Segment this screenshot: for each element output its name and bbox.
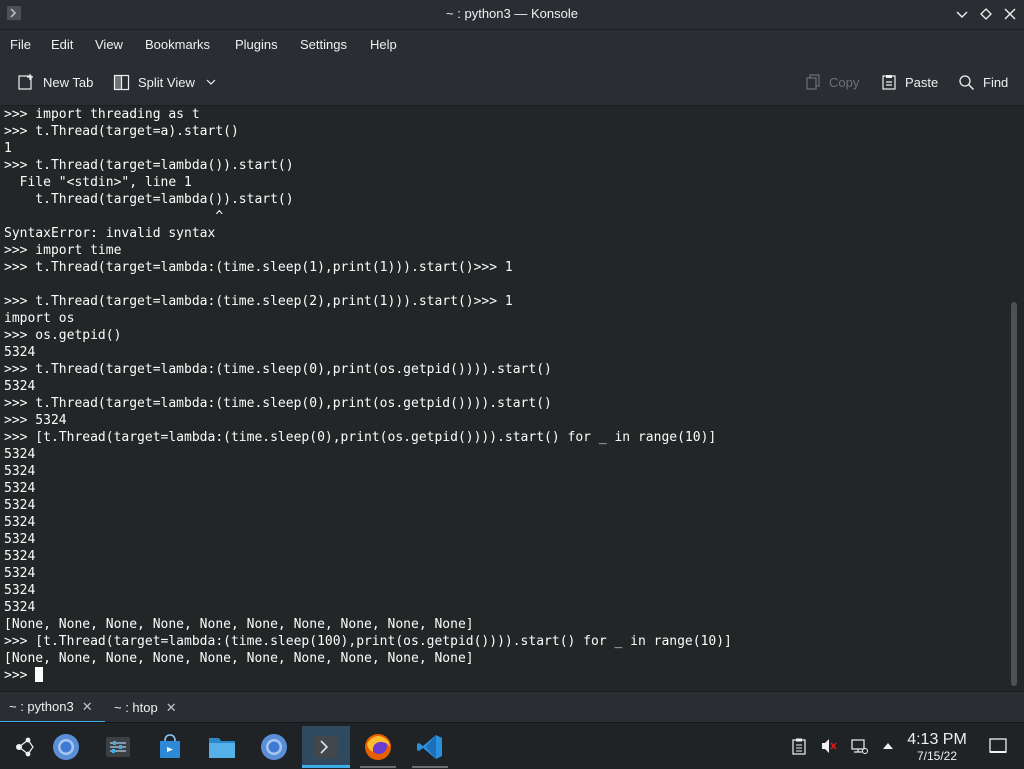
- toolbar: New Tab Split View Copy Paste Find: [0, 59, 1024, 106]
- network-icon[interactable]: [850, 737, 868, 755]
- terminal-cursor: [35, 667, 44, 682]
- menu-view[interactable]: View: [95, 37, 123, 52]
- konsole-icon[interactable]: [302, 726, 350, 768]
- launcher-icon[interactable]: [0, 726, 48, 768]
- find-label: Find: [983, 74, 1009, 90]
- taskbar: 4:13 PM 7/15/22: [0, 722, 1024, 769]
- tray-expand-icon[interactable]: [879, 737, 897, 755]
- terminal-line: ^: [4, 209, 224, 224]
- menu-settings[interactable]: Settings: [300, 37, 347, 52]
- menu-bar: File Edit View Bookmarks Plugins Setting…: [0, 30, 1024, 59]
- menu-edit[interactable]: Edit: [51, 37, 73, 52]
- maximize-button[interactable]: [977, 5, 995, 23]
- terminal-prompt: >>>: [4, 668, 36, 683]
- tab-htop[interactable]: ~ : htop ✕: [114, 692, 177, 723]
- terminal-line: SyntaxError: invalid syntax: [4, 226, 216, 241]
- find-button[interactable]: Find: [958, 72, 1008, 92]
- terminal-line: 1: [4, 141, 12, 156]
- copy-button[interactable]: Copy: [805, 72, 859, 92]
- clock[interactable]: 4:13 PM 7/15/22: [900, 731, 974, 763]
- tab-close-icon[interactable]: ✕: [82, 699, 93, 715]
- terminal-line: 5324: [4, 566, 36, 581]
- paste-label: Paste: [905, 74, 939, 90]
- clipboard-icon[interactable]: [790, 737, 808, 755]
- terminal-line: >>> import threading as t: [4, 107, 200, 122]
- terminal-line: [None, None, None, None, None, None, Non…: [4, 617, 474, 632]
- terminal-line: 5324: [4, 379, 36, 394]
- copy-icon: [806, 74, 820, 90]
- menu-help[interactable]: Help: [370, 37, 397, 52]
- new-tab-label: New Tab: [43, 74, 94, 90]
- tab-python3-label: ~ : python3: [9, 699, 74, 714]
- terminal-line: >>> t.Thread(target=lambda:(time.sleep(2…: [4, 294, 513, 309]
- terminal-scrollbar[interactable]: [1006, 106, 1024, 690]
- chromium-icon[interactable]: [250, 726, 298, 768]
- files-icon[interactable]: [198, 726, 246, 768]
- terminal-line: 5324: [4, 447, 36, 462]
- terminal-line: 5324: [4, 600, 36, 615]
- split-view-icon: [113, 74, 130, 90]
- tab-python3[interactable]: ~ : python3 ✕: [0, 692, 105, 723]
- terminal-view[interactable]: >>> import threading as t >>> t.Thread(t…: [0, 106, 1006, 690]
- terminal-line: >>> t.Thread(target=lambda:(time.sleep(1…: [4, 260, 513, 275]
- copy-label: Copy: [829, 74, 860, 90]
- tab-close-icon[interactable]: ✕: [166, 700, 177, 716]
- terminal-line: >>> t.Thread(target=lambda:(time.sleep(0…: [4, 362, 552, 377]
- terminal-line: 5324: [4, 549, 36, 564]
- volume-muted-icon[interactable]: [820, 737, 838, 755]
- close-button[interactable]: [1001, 5, 1019, 23]
- terminal-line: 5324: [4, 481, 36, 496]
- terminal-line: 5324: [4, 583, 36, 598]
- tab-htop-label: ~ : htop: [114, 700, 158, 715]
- menu-file[interactable]: File: [10, 37, 31, 52]
- terminal-line: File "<stdin>", line 1: [4, 175, 192, 190]
- chevron-down-icon[interactable]: [205, 76, 217, 88]
- store-icon[interactable]: [146, 726, 194, 768]
- terminal-line: >>> os.getpid(): [4, 328, 122, 343]
- terminal-line: >>> t.Thread(target=lambda()).start(): [4, 158, 294, 173]
- clock-time: 4:13 PM: [907, 731, 967, 748]
- terminal-line: import os: [4, 311, 75, 326]
- terminal-line: >>> [t.Thread(target=lambda:(time.sleep(…: [4, 430, 717, 445]
- terminal-line: >>> 5324: [4, 413, 67, 428]
- menu-plugins[interactable]: Plugins: [235, 37, 278, 52]
- search-icon: [959, 74, 974, 90]
- firefox-icon[interactable]: [354, 726, 402, 768]
- paste-icon: [882, 75, 896, 90]
- terminal-line: 5324: [4, 532, 36, 547]
- new-tab-icon: [18, 74, 33, 90]
- terminal-line: t.Thread(target=lambda()).start(): [4, 192, 294, 207]
- terminal-line: >>> [t.Thread(target=lambda:(time.sleep(…: [4, 634, 732, 649]
- terminal-line: >>> t.Thread(target=lambda:(time.sleep(0…: [4, 396, 552, 411]
- scrollbar-thumb[interactable]: [1011, 302, 1017, 686]
- settings-icon[interactable]: [94, 726, 142, 768]
- title-bar: ~ : python3 — Konsole: [0, 0, 1024, 30]
- show-desktop-icon[interactable]: [988, 736, 1008, 756]
- terminal-line: 5324: [4, 345, 36, 360]
- menu-bookmarks[interactable]: Bookmarks: [145, 37, 210, 52]
- terminal-line: 5324: [4, 464, 36, 479]
- new-tab-button[interactable]: New Tab: [17, 72, 93, 92]
- paste-button[interactable]: Paste: [881, 72, 938, 92]
- window-title: ~ : python3 — Konsole: [446, 6, 578, 21]
- split-view-button[interactable]: Split View: [113, 72, 225, 92]
- clock-date: 7/15/22: [916, 749, 958, 763]
- terminal-line: 5324: [4, 498, 36, 513]
- terminal-line: >>> import time: [4, 243, 122, 258]
- terminal-output: >>> import threading as t >>> t.Thread(t…: [0, 106, 732, 684]
- terminal-line: >>> t.Thread(target=a).start(): [4, 124, 239, 139]
- tab-bar: ~ : python3 ✕ ~ : htop ✕: [0, 691, 1024, 723]
- minimize-button[interactable]: [953, 5, 971, 23]
- terminal-line: [None, None, None, None, None, None, Non…: [4, 651, 474, 666]
- vscode-icon[interactable]: [406, 726, 454, 768]
- terminal-line: 5324: [4, 515, 36, 530]
- chromium-icon[interactable]: [42, 726, 90, 768]
- split-view-label: Split View: [138, 74, 195, 90]
